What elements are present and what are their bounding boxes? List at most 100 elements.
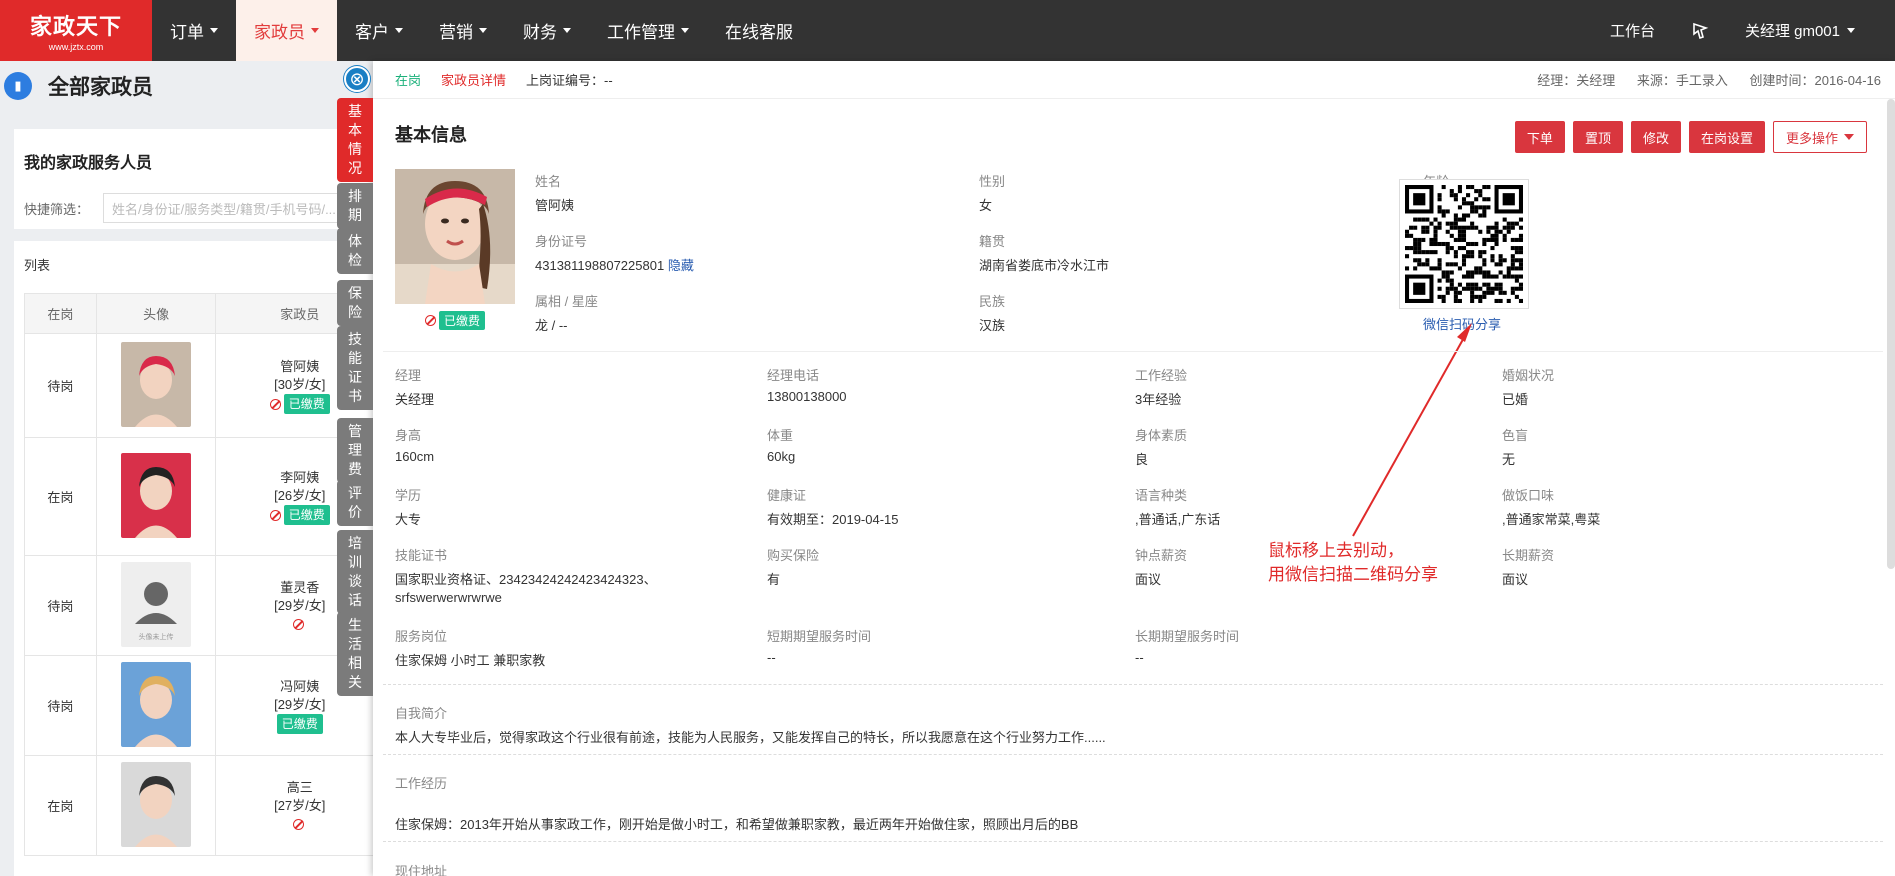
nav-item-label: 工作管理 [607, 23, 675, 42]
field-value: 有效期至：2019-04-15 [767, 512, 899, 527]
no-icon [269, 398, 281, 410]
intro-value: 本人大专毕业后，觉得家政这个行业很有前途，技能为人民服务，又能发挥自己的特长，所… [395, 730, 1106, 745]
divider [383, 684, 1883, 685]
status-cell: 在岗 [24, 437, 97, 556]
nav-item-6[interactable]: 在线客服 [707, 0, 811, 61]
avatar [121, 341, 192, 427]
table-row[interactable]: 待岗冯阿姨[29岁/女]已缴费1380 [24, 655, 373, 756]
nav-item-label: 营销 [439, 23, 473, 42]
nav-item-5[interactable]: 工作管理 [589, 0, 707, 61]
notify-icon[interactable] [1673, 22, 1727, 40]
tab-7[interactable]: 培训谈话 [337, 530, 373, 614]
avatar-cell [95, 333, 217, 438]
list-label: 列表 [24, 258, 51, 273]
intro-label: 自我简介 [395, 706, 448, 721]
tab-label: 生活相关 [348, 617, 362, 690]
nav-item-2[interactable]: 客户 [337, 0, 421, 61]
avatar-cell [95, 437, 217, 556]
section-heading: 我的家政服务人员 [24, 155, 153, 172]
chevron-down-icon [681, 28, 689, 33]
field-value: 已婚 [1502, 392, 1529, 407]
field-value: 住家保姆 小时工 兼职家教 [395, 653, 546, 668]
field-value: 3年经验 [1135, 392, 1182, 407]
field-value: 国家职业资格证、23423424242423424323、 [395, 572, 657, 587]
user-menu[interactable]: 关经理 gm001 [1727, 20, 1873, 41]
table-row[interactable]: 在岗高三[27岁/女]1380 [24, 755, 373, 856]
no-icon [292, 818, 304, 830]
field-value: 无 [1502, 452, 1516, 467]
status-cell: 待岗 [24, 333, 97, 438]
tab-6[interactable]: 评价 [337, 480, 373, 526]
filter-label: 快捷筛选： [24, 201, 90, 217]
main-menu: 订单 家政员 客户 营销 财务 工作管理 在线客服 [152, 0, 811, 61]
staff-detail-panel: 在岗 家政员详情 上岗证编号：-- 经理：关经理 来源：手工录入 创建时间：20… [373, 61, 1895, 876]
tab-1[interactable]: 排期 [337, 183, 373, 229]
tab-label: 培训谈话 [348, 535, 362, 608]
field-value: 13800138000 [767, 389, 847, 404]
scrollbar[interactable] [1887, 99, 1895, 569]
annotation-line2: 用微信扫描二维码分享 [1268, 565, 1438, 584]
annotation-line1: 鼠标移上去别动， [1268, 541, 1404, 560]
experience-value: 住家保姆：2013年开始从事家政工作，刚开始是做小时工，和希望做兼职家教，最近两… [395, 817, 1079, 832]
tab-label: 保险 [348, 285, 362, 320]
field-value: ,普通家常菜,粤菜 [1502, 512, 1601, 527]
close-button[interactable]: ⊗ [344, 66, 370, 92]
no-photo-text: 头像未上传 [139, 632, 174, 641]
workbench-link[interactable]: 工作台 [1592, 20, 1673, 41]
logo[interactable]: 家政天下 www.jztx.com [0, 0, 152, 61]
column-header: 在岗 [24, 293, 97, 334]
field-label: 经理电话 [767, 368, 820, 383]
nav-item-3[interactable]: 营销 [421, 0, 505, 61]
field-label: 健康证 [767, 488, 807, 503]
avatar [121, 661, 192, 747]
nav-item-label: 家政员 [254, 23, 305, 42]
tab-0[interactable]: 基本情况 [337, 98, 373, 182]
divider [383, 351, 1883, 352]
status-cell: 待岗 [24, 655, 97, 756]
tab-3[interactable]: 保险 [337, 280, 373, 326]
field-label: 购买保险 [767, 548, 820, 563]
tab-label: 技能证书 [348, 331, 362, 404]
tab-8[interactable]: 生活相关 [337, 612, 373, 696]
paid-badge: 已缴费 [283, 504, 330, 525]
book-icon: ▮ [4, 72, 32, 100]
tab-2[interactable]: 体检 [337, 228, 373, 274]
table-row[interactable]: 待岗 头像未上传 董灵香 [29岁/女] [24, 555, 373, 656]
avatar-cell: 头像未上传 [95, 555, 217, 656]
tab-label: 体检 [348, 233, 362, 268]
field-label: 学历 [395, 488, 422, 503]
no-icon [269, 509, 281, 521]
tab-4[interactable]: 技能证书 [337, 326, 373, 410]
field-label: 体重 [767, 428, 794, 443]
tab-5[interactable]: 管理费 [337, 418, 373, 483]
user-label: 关经理 gm001 [1744, 23, 1840, 40]
filter-input[interactable]: 姓名/身份证/服务类型/籍贯/手机号码/... [103, 193, 344, 223]
nav-item-label: 订单 [170, 23, 204, 42]
table-row[interactable]: 在岗 李阿姨 [26岁/女] 已缴费 [24, 437, 373, 556]
field-label: 服务岗位 [395, 629, 448, 644]
chevron-down-icon [210, 28, 218, 33]
annotation-text: 鼠标移上去别动， 用微信扫描二维码分享 [1268, 539, 1438, 587]
no-icon [292, 618, 304, 630]
field-label: 经理 [395, 368, 422, 383]
nav-item-label: 财务 [523, 23, 557, 42]
page-title: 全部家政员 [48, 76, 153, 99]
status-cell: 在岗 [24, 755, 97, 856]
nav-item-4[interactable]: 财务 [505, 0, 589, 61]
nav-item-0[interactable]: 订单 [152, 0, 236, 61]
field-value: 面议 [1135, 572, 1162, 587]
experience-label: 工作经历 [395, 776, 448, 791]
status-cell: 待岗 [24, 555, 97, 656]
field-value: 面议 [1502, 572, 1529, 587]
field-label: 身体素质 [1135, 428, 1188, 443]
chevron-down-icon [479, 28, 487, 33]
staff-age: [29岁/女] [274, 696, 326, 712]
field-label: 短期期望服务时间 [767, 629, 872, 644]
table-row[interactable]: 待岗 管阿姨 [30岁/女] 已缴费 [24, 333, 373, 438]
field-label: 工作经验 [1135, 368, 1188, 383]
workbench-label: 工作台 [1609, 23, 1655, 40]
nav-item-1[interactable]: 家政员 [236, 0, 337, 61]
field-label: 色盲 [1502, 428, 1529, 443]
field-value: 60kg [767, 449, 796, 464]
chevron-down-icon [563, 28, 571, 33]
